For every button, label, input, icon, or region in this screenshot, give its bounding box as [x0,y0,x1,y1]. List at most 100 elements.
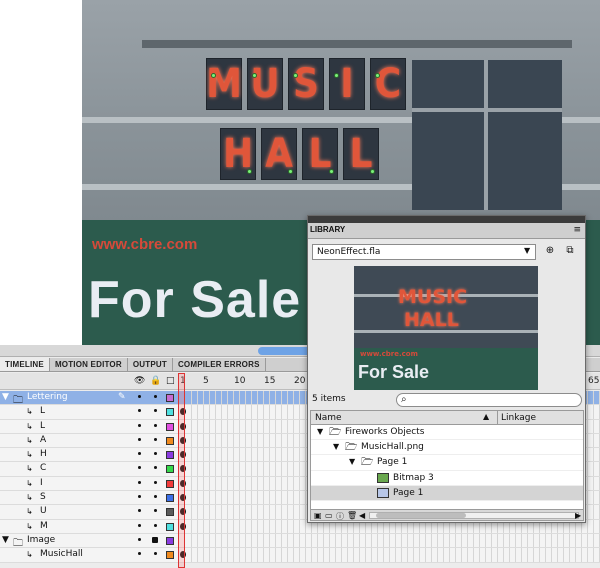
library-item[interactable]: ▼ 🗁 Page 1 [311,455,583,471]
visibility-toggle[interactable] [138,552,141,556]
lock-toggle[interactable] [154,552,157,556]
lock-toggle[interactable] [154,423,157,427]
lock-toggle[interactable] [154,466,157,470]
library-horizontal-scrollbar[interactable] [369,512,579,519]
library-item[interactable]: Page 1 [311,485,583,501]
expand-triangle-icon[interactable]: ▼ [333,442,339,451]
outline-color-swatch[interactable] [166,508,174,517]
visibility-toggle[interactable] [138,495,141,499]
neon-letter-box[interactable]: A [261,128,297,180]
panel-menu-icon[interactable]: ≡ [573,225,581,235]
scroll-left-icon[interactable]: ◀ [359,511,365,520]
tab-output[interactable]: OUTPUT [128,358,173,371]
visibility-toggle[interactable] [138,423,141,427]
outline-color-swatch[interactable] [166,479,174,488]
transform-handle[interactable] [252,73,257,78]
neon-letter-box[interactable]: C [370,58,406,110]
frame-cells[interactable] [186,533,600,548]
playhead[interactable] [178,373,185,568]
scrollbar-thumb[interactable] [376,513,466,518]
outline-color-swatch[interactable] [166,494,174,503]
neon-letter: C [374,61,402,107]
lock-toggle[interactable] [154,495,157,499]
expand-triangle-icon[interactable]: ▼ [349,457,355,466]
new-symbol-icon[interactable]: ▣ [314,511,322,520]
delete-icon[interactable]: 🗑 [347,511,357,520]
visibility-toggle[interactable] [138,509,141,513]
library-search-input[interactable]: ⌕ [396,393,582,407]
outline-color-swatch[interactable] [166,394,174,402]
expand-triangle-icon[interactable]: ▼ [2,535,9,545]
lock-toggle[interactable] [154,452,157,456]
library-item[interactable]: Bitmap 3 [311,471,583,486]
visibility-toggle[interactable] [138,480,141,484]
transform-handle[interactable] [329,169,334,174]
transform-handle[interactable] [288,169,293,174]
panel-titlebar[interactable] [308,216,585,223]
visibility-toggle[interactable] [138,466,141,470]
lock-toggle[interactable] [154,509,157,513]
lock-toggle[interactable] [154,523,157,527]
layer-name: H [40,449,47,460]
column-linkage[interactable]: Linkage [501,413,536,423]
transform-handle[interactable] [375,73,380,78]
library-item[interactable]: ▼ 🗁 MusicHall.png [311,440,583,456]
transform-handle[interactable] [211,73,216,78]
neon-letter-box[interactable]: L [343,128,379,180]
eye-icon[interactable]: 👁 [134,376,145,386]
lock-toggle[interactable] [154,480,157,484]
new-library-icon[interactable]: ⧉ [562,245,578,259]
chevron-down-icon[interactable]: ▼ [524,246,530,255]
outline-color-swatch[interactable] [166,408,174,417]
neon-letter-box[interactable]: M [206,58,242,110]
lock-icon[interactable]: 🔒 [150,376,161,386]
visibility-toggle[interactable] [138,437,141,441]
tab-motion-editor[interactable]: MOTION EDITOR [50,358,128,371]
outline-color-swatch[interactable] [166,451,174,460]
outline-color-swatch[interactable] [166,536,174,545]
tab-compiler-errors[interactable]: COMPILER ERRORS [173,358,266,371]
visibility-toggle[interactable] [138,537,141,541]
scroll-right-icon[interactable]: ▶ [575,511,581,520]
library-item[interactable]: ▼ 🗁 Fireworks Objects [311,425,583,441]
transform-handle[interactable] [370,169,375,174]
layer-row[interactable]: ↳ MusicHall [0,548,600,563]
visibility-toggle[interactable] [138,395,141,398]
column-name[interactable]: Name [315,413,342,423]
frame-cells[interactable] [186,548,600,562]
outline-color-swatch[interactable] [166,422,174,431]
folder-icon: 🗁 [345,442,358,454]
sort-arrow-icon[interactable]: ▲ [483,412,489,421]
outline-color-swatch[interactable] [166,522,174,531]
new-folder-icon[interactable]: ▭ [325,511,333,520]
layer-name: C [40,463,47,474]
neon-letter-box[interactable]: S [288,58,324,110]
outline-icon[interactable]: □ [166,376,175,386]
lock-toggle[interactable] [154,395,157,398]
expand-triangle-icon[interactable]: ▼ [317,427,323,436]
tab-timeline[interactable]: TIMELINE [0,358,50,371]
outline-color-swatch[interactable] [166,465,174,474]
neon-letter-box[interactable]: I [329,58,365,110]
tab-library[interactable]: LIBRARY [310,225,345,234]
neon-letter-box[interactable]: U [247,58,283,110]
pin-icon[interactable]: ⊕ [542,245,558,259]
transform-handle[interactable] [293,73,298,78]
transform-handle[interactable] [334,73,339,78]
properties-icon[interactable]: ⓘ [336,511,344,522]
scrollbar-thumb[interactable] [258,347,312,355]
lock-icon[interactable] [152,536,158,543]
expand-triangle-icon[interactable]: ▼ [2,392,9,402]
outline-color-swatch[interactable] [166,436,174,445]
visibility-toggle[interactable] [138,409,141,413]
neon-letter-box[interactable]: H [220,128,256,180]
outline-color-swatch[interactable] [166,551,174,560]
transform-handle[interactable] [247,169,252,174]
layer-folder-row[interactable]: ▼ 🗀 Image [0,533,600,549]
lock-toggle[interactable] [154,409,157,413]
visibility-toggle[interactable] [138,452,141,456]
lock-toggle[interactable] [154,437,157,441]
visibility-toggle[interactable] [138,523,141,527]
neon-letter-box[interactable]: L [302,128,338,180]
library-file-select[interactable]: NeonEffect.fla [312,244,536,260]
